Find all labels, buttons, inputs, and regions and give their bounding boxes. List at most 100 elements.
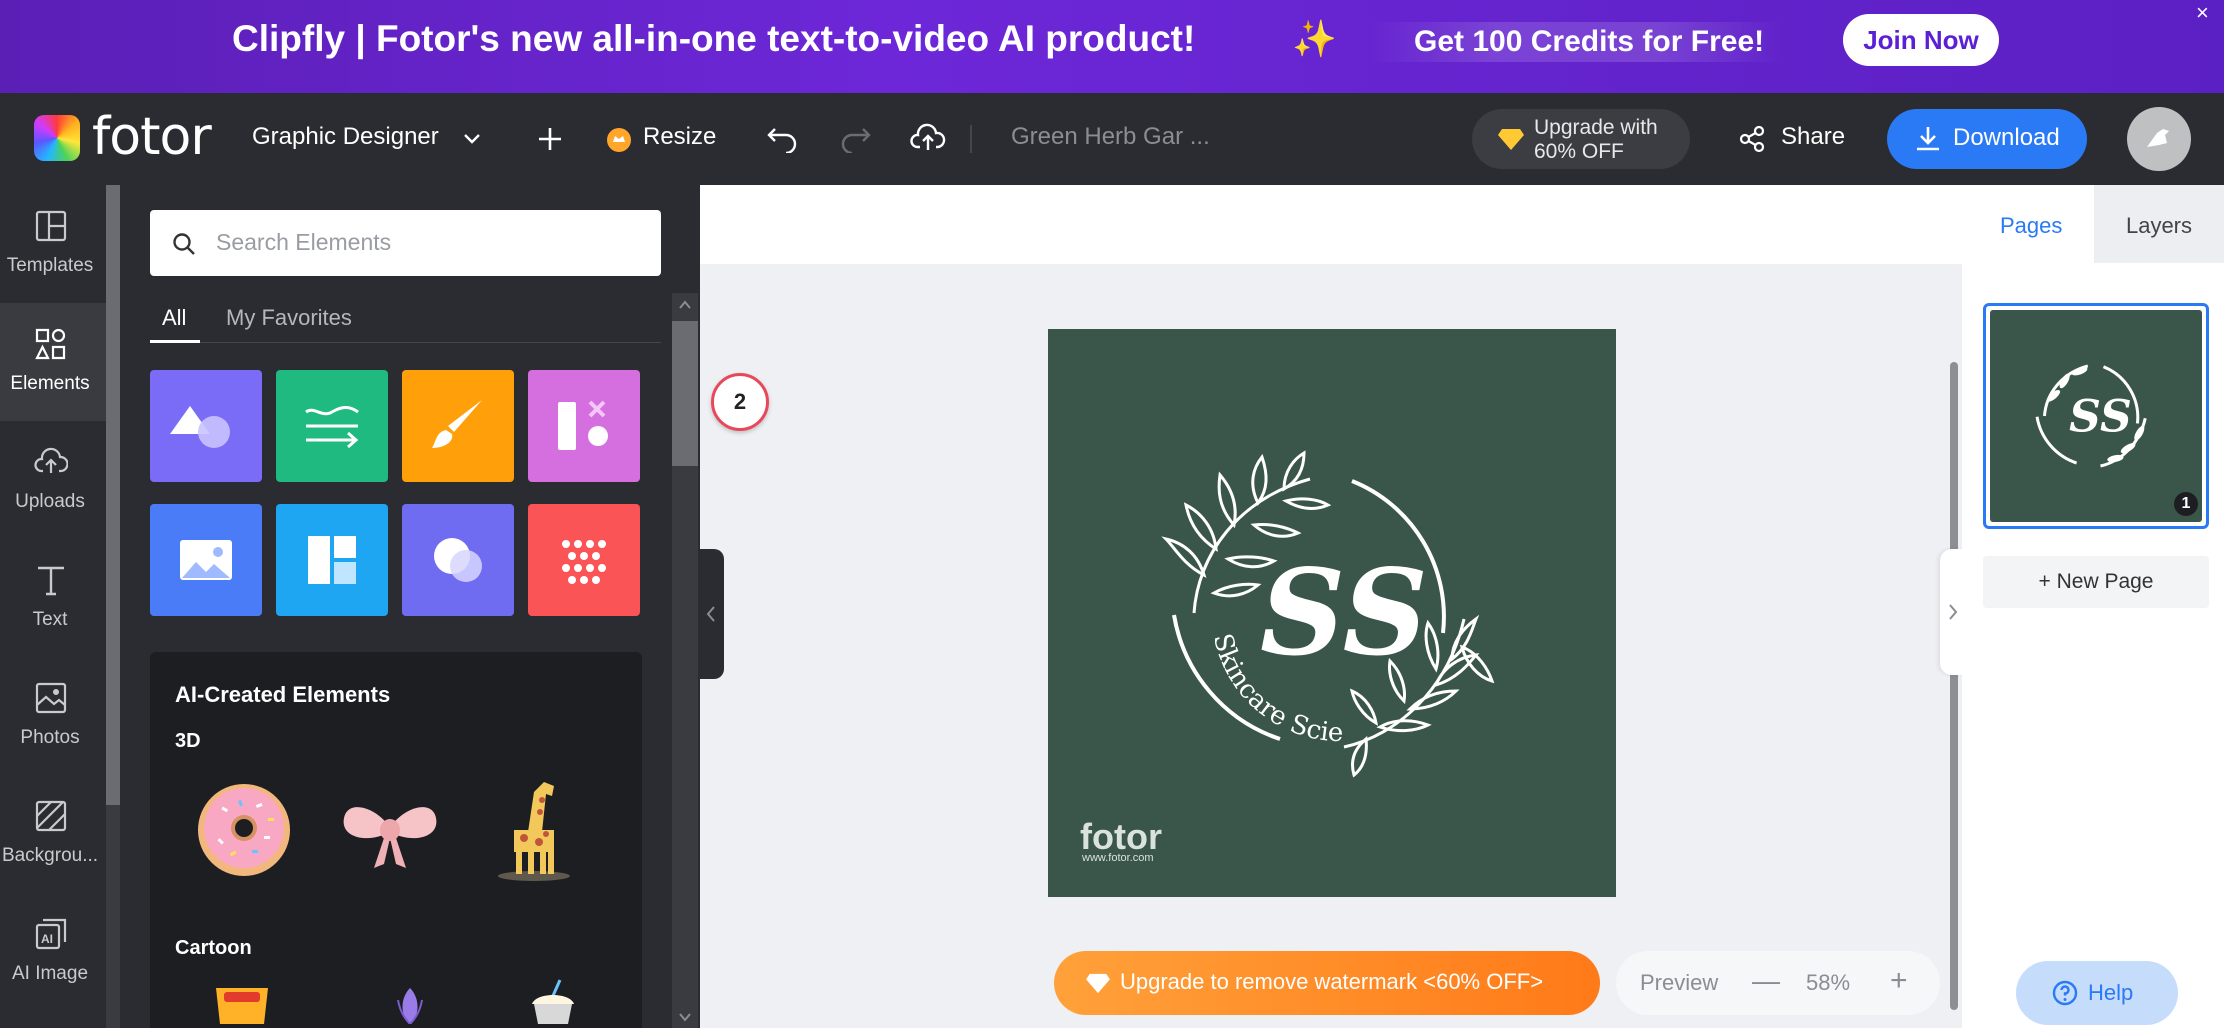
page-thumbnail[interactable]: SS 1 [1983, 303, 2209, 529]
tab-layers[interactable]: Layers [2094, 185, 2224, 263]
collapse-panel-button[interactable] [700, 549, 724, 679]
upgrade-discount-button[interactable]: Upgrade with 60% OFF [1472, 109, 1690, 169]
flower-cartoon-sticker[interactable] [390, 982, 430, 1024]
cloud-upload-icon[interactable] [910, 123, 946, 153]
sidebar-item-label: Text [32, 609, 68, 630]
remove-watermark-button[interactable]: Upgrade to remove watermark <60% OFF> [1054, 951, 1600, 1015]
sidebar-item-templates[interactable]: Templates [0, 185, 106, 303]
fotor-logo-text[interactable]: fotor [92, 107, 212, 167]
tab-my-favorites[interactable]: My Favorites [226, 305, 352, 331]
help-icon [2052, 980, 2078, 1006]
new-page-button[interactable]: + New Page [1983, 556, 2209, 608]
brush-icon [432, 400, 482, 448]
diamond-icon [1086, 973, 1110, 994]
resize-crown-icon[interactable] [606, 127, 632, 153]
sidebar-item-photos[interactable]: Photos [0, 657, 106, 775]
share-icon[interactable] [1738, 125, 1766, 153]
sidebar-item-text[interactable]: Text [0, 539, 106, 657]
zoom-in-button[interactable]: + [1890, 964, 1908, 998]
tab-pages[interactable]: Pages [1962, 185, 2094, 263]
notification-badge[interactable]: 2 [711, 373, 769, 431]
page-thumbnail-preview: SS [1990, 310, 2202, 522]
scroll-up-icon[interactable] [678, 299, 692, 311]
sidebar-item-background[interactable]: Backgrou... [0, 775, 106, 893]
sidebar-item-label: AI Image [11, 963, 89, 984]
help-button[interactable]: Help [2016, 961, 2178, 1025]
download-button[interactable]: Download [1887, 109, 2087, 169]
lines-icon [305, 406, 359, 449]
zoom-level[interactable]: 58% [1806, 970, 1850, 996]
sidebar-item-label: Elements [10, 373, 90, 394]
download-icon [1917, 127, 1939, 151]
page-thumbnail-artwork: SS [2035, 364, 2147, 468]
join-now-button[interactable]: Join Now [1843, 14, 1999, 66]
skincare-logo-artwork[interactable]: Skincare Science SS fotor www.fotor.com [1040, 306, 1616, 897]
zoom-out-button[interactable]: — [1752, 965, 1780, 997]
redo-icon[interactable] [840, 125, 872, 153]
promo-headline: Clipfly | Fotor's new all-in-one text-to… [232, 18, 1196, 59]
upgrade-line2: 60% OFF [1534, 140, 1624, 163]
resize-button[interactable]: Resize [643, 123, 716, 151]
ai-section-3d[interactable]: 3D [175, 730, 201, 753]
circles-overlap-icon [434, 538, 482, 582]
tab-layers-label: Layers [2125, 213, 2193, 238]
patterns-category-tile[interactable] [528, 504, 640, 616]
preview-button[interactable]: Preview [1640, 970, 1718, 996]
avatar[interactable] [2127, 107, 2191, 171]
snack-cartoon-sticker[interactable] [210, 980, 274, 1024]
add-icon[interactable] [536, 125, 564, 153]
page-number-badge: 1 [2174, 492, 2198, 516]
graphic-designer-dropdown[interactable]: Graphic Designer [252, 123, 439, 151]
mixed-elements-tile[interactable] [528, 370, 640, 482]
grids-category-tile[interactable] [276, 504, 388, 616]
chevron-down-icon[interactable] [462, 129, 482, 149]
frames-category-tile[interactable] [402, 504, 514, 616]
canvas-scrollbar[interactable] [1950, 362, 1958, 1010]
sidebar-item-ai-image[interactable]: AI AI Image [0, 893, 106, 1011]
sidebar-item-uploads[interactable]: Uploads [0, 421, 106, 539]
promo-credits-text[interactable]: Get 100 Credits for Free! [1370, 22, 1785, 62]
shapes-category-tile[interactable] [150, 370, 262, 482]
brush-category-tile[interactable] [402, 370, 514, 482]
document-title[interactable]: Green Herb Gar ... [1011, 123, 1210, 151]
elements-panel-scroll-thumb[interactable] [672, 321, 698, 466]
donut-3d-sticker[interactable] [194, 780, 294, 880]
image-frame-icon [180, 540, 232, 580]
search-placeholder: Search Elements [216, 229, 392, 255]
giraffe-3d-sticker[interactable] [484, 772, 584, 882]
chevron-left-icon [706, 606, 715, 622]
search-input[interactable]: Search Elements [150, 210, 661, 276]
close-icon[interactable]: × [2196, 0, 2209, 26]
sparkle-icon: ✨ [1292, 18, 1337, 59]
elements-panel-scrollbar[interactable] [672, 293, 698, 1028]
lines-category-tile[interactable] [276, 370, 388, 482]
upgrade-line1: Upgrade with [1534, 116, 1658, 139]
photo-icon [35, 682, 67, 714]
rail-scrollbar-thumb[interactable] [106, 185, 120, 805]
dot-pattern-icon [562, 540, 606, 584]
sidebar-item-label: Backgrou... [1, 845, 99, 866]
dessert-cartoon-sticker[interactable] [526, 978, 580, 1024]
chevron-right-icon [1949, 604, 1958, 620]
ai-created-elements-card: AI-Created Elements 3D Cartoon [150, 652, 642, 1028]
bow-3d-sticker[interactable] [338, 788, 442, 872]
ai-section-cartoon[interactable]: Cartoon [175, 937, 252, 960]
expand-right-panel-button[interactable] [1940, 549, 1964, 675]
tagline-text: Skincare Science [1048, 329, 1344, 748]
design-canvas[interactable]: Skincare Science SS fotor www.fotor.com [1040, 306, 1616, 897]
grid-shapes-icon [558, 400, 608, 450]
photos-category-tile[interactable] [150, 504, 262, 616]
share-button[interactable]: Share [1781, 123, 1845, 151]
tab-all[interactable]: All [162, 305, 186, 331]
active-tab-underline [150, 340, 200, 343]
pages-panel: Pages Layers SS 1 + New Page [1962, 185, 2224, 1028]
fotor-logo-icon[interactable] [34, 115, 80, 161]
ai-elements-title: AI-Created Elements [175, 682, 391, 707]
bird-avatar-icon [2147, 129, 2169, 147]
sidebar-item-elements[interactable]: Elements [0, 303, 106, 421]
grid-layout-icon [308, 536, 356, 584]
rail-scrollbar[interactable] [106, 185, 120, 1028]
tagline-textpath: Skincare Science [1040, 306, 1344, 748]
scroll-down-icon[interactable] [678, 1011, 692, 1023]
undo-icon[interactable] [766, 125, 798, 153]
